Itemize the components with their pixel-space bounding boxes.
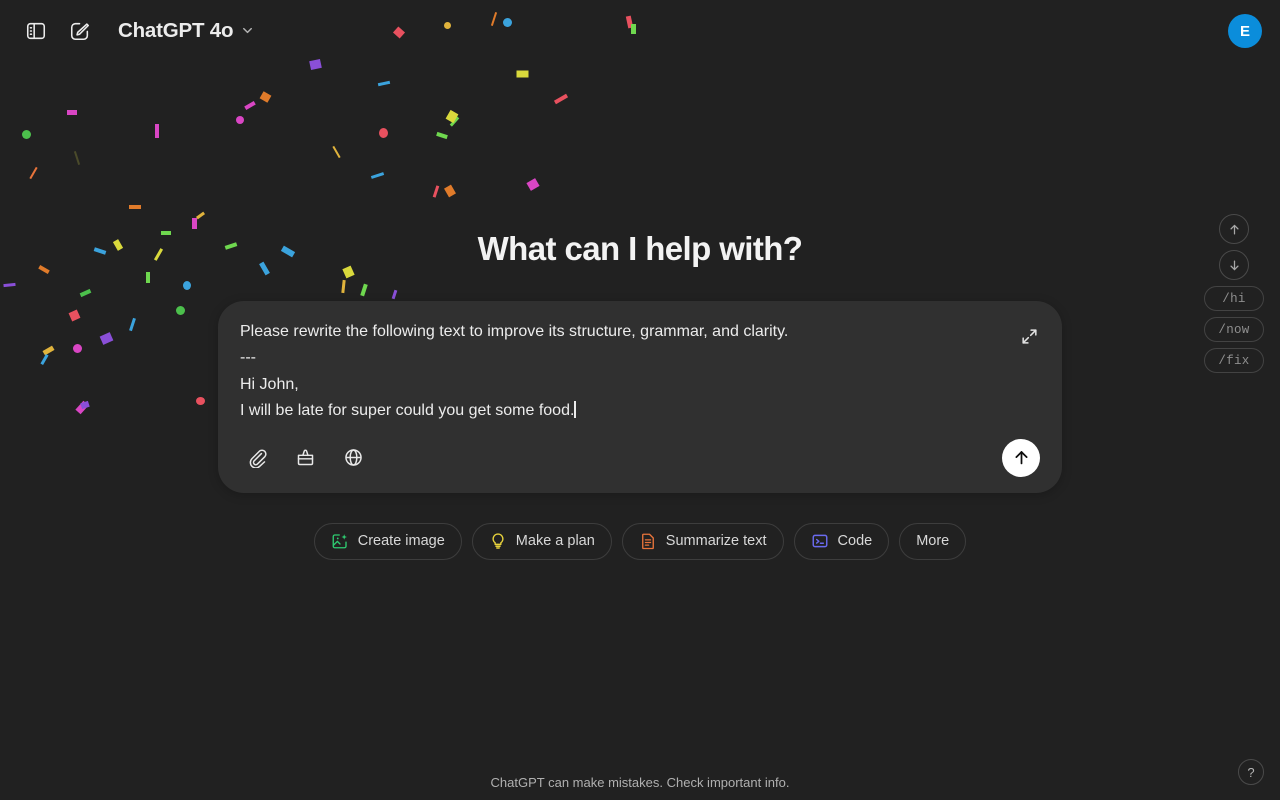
confetti-piece (391, 289, 398, 300)
confetti-piece (360, 283, 368, 297)
side-rail: /hi /now /fix (1204, 214, 1264, 373)
suggestion-chips: Create image Make a plan Summarize text … (313, 522, 967, 560)
confetti-piece (192, 218, 197, 229)
confetti-piece (79, 288, 92, 298)
confetti-piece (280, 245, 296, 258)
composer-toolbar (240, 435, 1040, 481)
confetti-piece (99, 332, 114, 345)
confetti-piece (370, 172, 385, 179)
confetti-piece (259, 261, 270, 276)
prompt-input[interactable]: Please rewrite the following text to imp… (240, 319, 1040, 425)
chip-create-image[interactable]: Create image (313, 522, 462, 560)
top-bar: ChatGPT 4o (0, 0, 1280, 62)
footer-disclaimer: ChatGPT can make mistakes. Check importa… (490, 775, 790, 790)
confetti-piece (155, 124, 159, 138)
confetti-piece (29, 166, 38, 180)
tools-apps-button[interactable] (288, 441, 322, 475)
confetti-piece (195, 211, 206, 220)
confetti-piece (377, 80, 391, 87)
confetti-piece (176, 306, 185, 315)
confetti-piece (196, 397, 205, 405)
avatar-initial: E (1239, 22, 1250, 40)
chip-label: Make a plan (515, 533, 595, 550)
model-picker[interactable]: ChatGPT 4o (110, 14, 265, 49)
confetti-piece (42, 345, 55, 356)
chip-code[interactable]: Code (793, 522, 890, 560)
chip-more[interactable]: More (899, 522, 967, 560)
command-pill-fix[interactable]: /fix (1204, 348, 1264, 373)
text-caret (574, 401, 576, 419)
page-title: What can I help with? (477, 230, 803, 267)
model-name-label: ChatGPT 4o (118, 18, 234, 42)
confetti-piece (526, 178, 540, 191)
attach-file-button[interactable] (240, 441, 274, 475)
scroll-up-button[interactable] (1219, 214, 1249, 244)
confetti-piece (332, 145, 341, 159)
chevron-down-icon (240, 23, 255, 38)
chip-summarize-text[interactable]: Summarize text (621, 522, 784, 560)
confetti-piece (67, 110, 77, 115)
command-pill-hi[interactable]: /hi (1204, 286, 1264, 311)
help-button[interactable]: ? (1238, 759, 1264, 785)
chip-label: Summarize text (665, 533, 767, 550)
confetti-piece (73, 344, 82, 353)
confetti-piece (379, 128, 388, 138)
confetti-piece (153, 248, 164, 261)
terminal-icon (811, 532, 829, 550)
chip-make-a-plan[interactable]: Make a plan (471, 522, 612, 560)
scroll-down-button[interactable] (1219, 250, 1249, 280)
confetti-piece (516, 70, 529, 78)
confetti-piece (68, 309, 81, 322)
confetti-piece (342, 265, 355, 279)
confetti-piece (93, 247, 107, 255)
confetti-piece (40, 353, 49, 366)
confetti-piece (444, 184, 456, 198)
confetti-piece (436, 131, 448, 140)
confetti-piece (341, 279, 346, 294)
confetti-piece (112, 239, 124, 251)
confetti-piece (445, 109, 459, 124)
confetti-piece (80, 400, 90, 410)
confetti-piece (146, 272, 150, 283)
chip-label: More (916, 533, 950, 550)
send-button[interactable] (1002, 438, 1040, 477)
confetti-piece (236, 116, 244, 124)
web-search-button[interactable] (336, 441, 370, 475)
sidebar-toggle-button[interactable] (18, 13, 54, 49)
confetti-piece (129, 205, 141, 209)
confetti-piece (553, 93, 569, 105)
confetti-piece (259, 91, 272, 103)
avatar[interactable]: E (1228, 14, 1262, 48)
new-chat-button[interactable] (62, 13, 98, 49)
main-content: What can I help with? Please rewrite the… (0, 0, 1280, 800)
expand-composer-button[interactable] (1014, 321, 1044, 351)
command-pill-now[interactable]: /now (1204, 317, 1264, 342)
confetti-piece (129, 317, 136, 332)
confetti-piece (3, 282, 16, 288)
confetti-piece (432, 185, 440, 198)
lightbulb-icon (489, 532, 507, 550)
confetti-piece (244, 101, 256, 110)
confetti-piece (22, 130, 31, 139)
confetti-piece (183, 281, 191, 290)
confetti-piece (75, 400, 89, 415)
prompt-text: Please rewrite the following text to imp… (240, 323, 789, 420)
image-icon (331, 532, 349, 550)
chip-label: Create image (357, 533, 445, 550)
document-icon (639, 532, 657, 550)
confetti-piece (73, 151, 81, 165)
confetti-piece (449, 116, 460, 127)
composer-panel: Please rewrite the following text to imp… (218, 301, 1062, 493)
confetti-piece (224, 242, 238, 250)
confetti-piece (161, 231, 171, 235)
chip-label: Code (837, 533, 873, 550)
confetti-piece (38, 265, 50, 274)
